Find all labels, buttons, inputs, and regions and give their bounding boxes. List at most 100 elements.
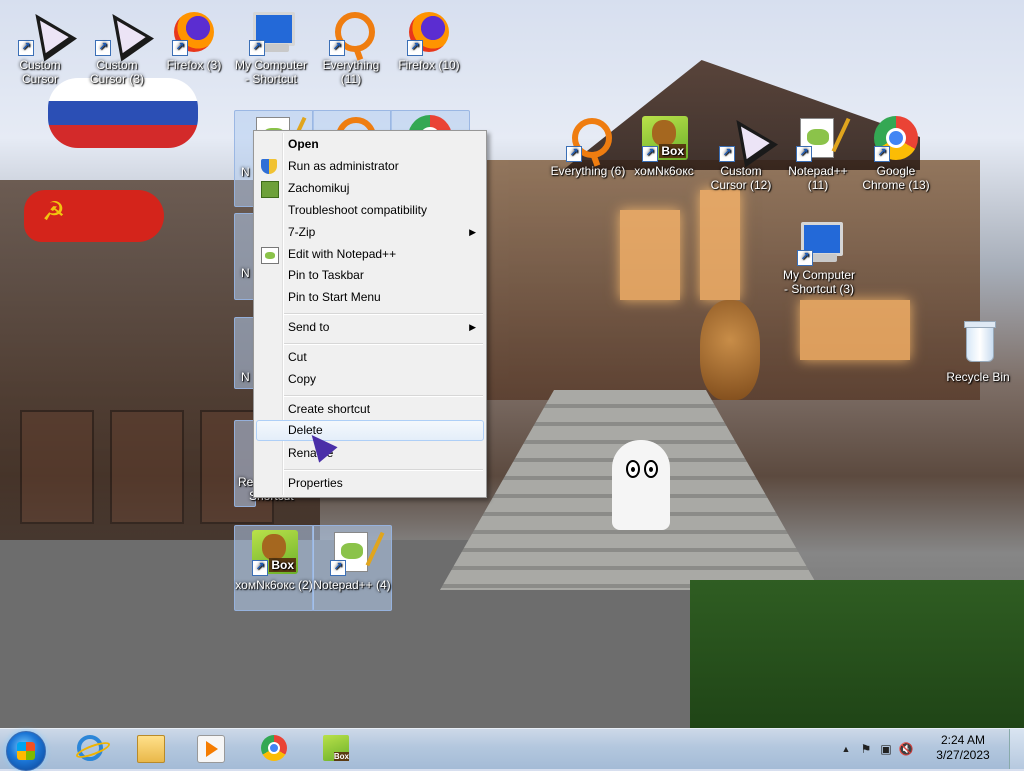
notepadpp-icon xyxy=(261,247,279,264)
hamster-box-icon: Box ↗ xyxy=(250,528,298,576)
desktop-icon-notepadpp-11[interactable]: ↗ Notepad++ (11) xyxy=(780,112,856,192)
network-icon[interactable]: ▣ xyxy=(878,741,894,757)
menu-item-label: Pin to Start Menu xyxy=(288,290,381,304)
taskbar-chrome[interactable] xyxy=(248,731,298,767)
desktop-icon-label: My Computer - Shortcut (3) xyxy=(782,268,856,296)
hamster-box-icon: Box ↗ xyxy=(640,114,688,162)
menu-item-label: Open xyxy=(288,137,319,151)
menu-separator xyxy=(284,469,483,471)
desktop-icon-my-computer-shortcut-3[interactable]: ↗ My Computer - Shortcut (3) xyxy=(780,216,858,296)
show-hidden-icons-button[interactable]: ▲ xyxy=(838,741,854,757)
menu-item-label: Send to xyxy=(288,320,330,334)
desktop-icon-firefox-3[interactable]: ↗ Firefox (3) xyxy=(156,6,232,72)
desktop-icon-google-chrome-13[interactable]: ↗ Google Chrome (13) xyxy=(858,112,934,192)
menu-item-label: Zachomikuj xyxy=(288,181,350,195)
desktop-icon-label: Custom Cursor xyxy=(19,58,61,86)
internet-explorer-icon xyxy=(77,735,103,761)
wallpaper-window xyxy=(800,300,910,360)
ghost-eye xyxy=(644,460,658,478)
taskbar-media-player[interactable] xyxy=(184,731,234,767)
desktop-icon-hamster-box[interactable]: Box ↗ хомNк6окс xyxy=(626,112,702,178)
chrome-icon: ↗ xyxy=(872,114,920,162)
clock-date: 3/27/2023 xyxy=(936,748,990,762)
menu-item-label: Copy xyxy=(288,372,317,386)
desktop-icon-label: Notepad++ (11) xyxy=(788,164,848,192)
notepadpp-icon: ↗ xyxy=(794,114,842,162)
menu-item-pin-to-start-menu[interactable]: Pin to Start Menu xyxy=(256,287,484,308)
desktop-icon-label: Notepad++ (4) xyxy=(313,578,391,592)
everything-icon: ↗ xyxy=(327,8,375,56)
menu-item-label: Properties xyxy=(288,476,343,490)
menu-item-copy[interactable]: Copy xyxy=(256,369,484,390)
start-button[interactable] xyxy=(6,731,46,771)
submenu-arrow-icon: ▶ xyxy=(469,322,476,332)
menu-item-troubleshoot-compatibility[interactable]: Troubleshoot compatibility xyxy=(256,200,484,221)
desktop-icon-custom-cursor-3[interactable]: ↗ Custom Cursor (3) xyxy=(79,2,155,86)
chrome-icon xyxy=(261,735,287,761)
desktop-icon-custom-cursor-12[interactable]: ↗ Custom Cursor (12) xyxy=(703,108,779,192)
action-center-flag-icon[interactable]: ⚑ xyxy=(858,741,874,757)
menu-item-label: 7-Zip xyxy=(288,225,316,239)
desktop-icon-recycle-bin[interactable]: Recycle Bin xyxy=(938,318,1018,384)
system-tray: ▲ ⚑ ▣ 🔇 2:24 AM 3/27/2023 xyxy=(834,729,1024,769)
clock-time: 2:24 AM xyxy=(940,733,986,747)
menu-item-7zip[interactable]: 7-Zip ▶ xyxy=(256,222,484,243)
menu-item-create-shortcut[interactable]: Create shortcut xyxy=(256,399,484,420)
menu-item-edit-with-notepadpp[interactable]: Edit with Notepad++ xyxy=(256,244,484,265)
menu-item-open[interactable]: Open xyxy=(256,134,484,155)
cursor-icon: ↗ xyxy=(16,2,78,62)
desktop-icon-label: My Computer - Shortcut xyxy=(234,58,308,86)
desktop-icon-label: Everything (11) xyxy=(322,58,380,86)
menu-item-label: Create shortcut xyxy=(288,402,371,416)
desktop-icon-label: хомNк6окс xyxy=(634,164,694,178)
menu-item-cut[interactable]: Cut xyxy=(256,347,484,368)
firefox-icon: ↗ xyxy=(405,8,453,56)
desktop-icon-hamster-box-2[interactable]: Box ↗ хомNк6окс (2) xyxy=(234,525,314,611)
soviet-flag-sticker: ☭ xyxy=(24,190,164,242)
desktop-icon-label: Recycle Bin xyxy=(946,370,1010,384)
desktop-icon-firefox-10[interactable]: ↗ Firefox (10) xyxy=(391,6,467,72)
menu-item-label: Run as administrator xyxy=(288,159,399,173)
menu-item-properties[interactable]: Properties xyxy=(256,473,484,494)
computer-icon: ↗ xyxy=(795,218,843,266)
desktop-icon-label: хомNк6окс (2) xyxy=(235,578,313,592)
taskbar: ▲ ⚑ ▣ 🔇 2:24 AM 3/27/2023 xyxy=(0,728,1024,771)
taskbar-internet-explorer[interactable] xyxy=(64,731,114,767)
cursor-icon: ↗ xyxy=(717,108,779,168)
desktop-icon-label: Everything (6) xyxy=(550,164,626,178)
desktop-icon-custom-cursor[interactable]: ↗ Custom Cursor xyxy=(2,2,78,86)
beaver-desktop-pet[interactable] xyxy=(700,300,760,400)
desktop-icon-label: Firefox (3) xyxy=(166,58,222,72)
zachomikuj-icon xyxy=(261,181,279,198)
show-desktop-button[interactable] xyxy=(1009,729,1024,769)
context-menu: Open Run as administrator Zachomikuj Tro… xyxy=(253,130,487,498)
recycle-bin-icon xyxy=(954,320,1002,368)
desktop-icon-label: Custom Cursor (3) xyxy=(89,58,144,86)
menu-item-run-as-administrator[interactable]: Run as administrator xyxy=(256,156,484,177)
desktop-icon-my-computer-shortcut[interactable]: ↗ My Computer - Shortcut xyxy=(233,6,309,86)
taskbar-clock[interactable]: 2:24 AM 3/27/2023 xyxy=(928,733,998,763)
menu-item-pin-to-taskbar[interactable]: Pin to Taskbar xyxy=(256,265,484,286)
desktop-icon-everything-11[interactable]: ↗ Everything (11) xyxy=(313,6,389,86)
menu-item-send-to[interactable]: Send to ▶ xyxy=(256,317,484,338)
explorer-folder-icon xyxy=(137,735,165,763)
windows-logo-icon xyxy=(17,742,35,760)
desktop-icon-label: Firefox (10) xyxy=(398,58,460,72)
uac-shield-icon xyxy=(261,159,277,174)
firefox-icon: ↗ xyxy=(170,8,218,56)
taskbar-windows-explorer[interactable] xyxy=(124,731,174,767)
desktop-icon-notepadpp-4[interactable]: ↗ Notepad++ (4) xyxy=(312,525,392,611)
menu-item-rename[interactable]: Rename xyxy=(256,443,484,464)
volume-muted-icon[interactable]: 🔇 xyxy=(898,741,914,757)
desktop-icon-everything-6[interactable]: ↗ Everything (6) xyxy=(546,112,630,178)
hamster-box-icon xyxy=(323,735,349,761)
russian-flag-sticker xyxy=(48,78,198,148)
menu-item-delete[interactable]: Delete xyxy=(256,420,484,441)
desktop-icon-label: Google Chrome (13) xyxy=(862,164,930,192)
desktop-icon-label: N xyxy=(241,370,250,384)
menu-item-label: Cut xyxy=(288,350,307,364)
menu-separator xyxy=(284,313,483,315)
ghost-desktop-pet[interactable] xyxy=(612,440,670,530)
menu-item-zachomikuj[interactable]: Zachomikuj xyxy=(256,178,484,199)
taskbar-hamster-box[interactable] xyxy=(310,731,360,767)
